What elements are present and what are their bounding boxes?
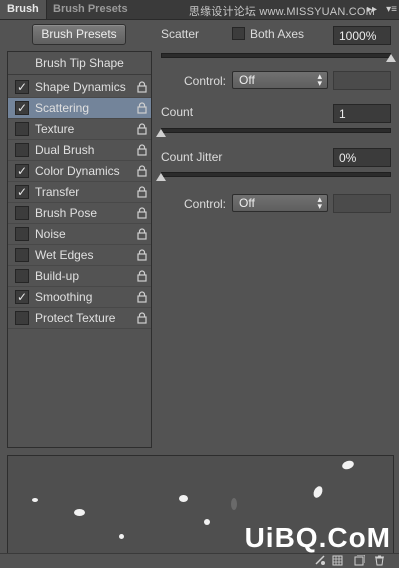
option-checkbox[interactable] bbox=[15, 311, 29, 325]
tab-brush[interactable]: Brush bbox=[0, 0, 47, 19]
option-checkbox[interactable]: ✓ bbox=[15, 101, 29, 115]
delete-brush-icon[interactable] bbox=[374, 555, 385, 566]
lock-icon[interactable] bbox=[137, 228, 147, 240]
control-label: Control: bbox=[184, 74, 227, 88]
brush-dab bbox=[311, 484, 325, 500]
option-label: Noise bbox=[35, 227, 66, 241]
scatter-slider-thumb[interactable] bbox=[386, 54, 396, 62]
list-item-protect-texture[interactable]: Protect Texture bbox=[8, 308, 151, 329]
list-item-dual-brush[interactable]: Dual Brush bbox=[8, 140, 151, 161]
count-slider-track[interactable] bbox=[161, 128, 391, 133]
select-arrows-icon: ▴ ▾ bbox=[317, 194, 322, 211]
brush-dab bbox=[340, 459, 356, 471]
select-arrows-icon: ▴ ▾ bbox=[317, 71, 322, 88]
scatter-control-value: Off bbox=[239, 73, 255, 87]
both-axes-label: Both Axes bbox=[250, 27, 305, 41]
brush-dab bbox=[179, 495, 188, 502]
scatter-slider-track[interactable] bbox=[161, 53, 391, 58]
watermark-text: 思缘设计论坛 www.MISSYUAN.COM bbox=[188, 6, 375, 18]
list-item-brush-tip-shape[interactable]: Brush Tip Shape bbox=[8, 52, 151, 75]
lock-icon[interactable] bbox=[137, 312, 147, 324]
list-item-wet-edges[interactable]: Wet Edges bbox=[8, 245, 151, 266]
count-jitter-label: Count Jitter bbox=[161, 150, 223, 164]
option-label: Color Dynamics bbox=[35, 164, 120, 178]
option-checkbox[interactable]: ✓ bbox=[15, 164, 29, 178]
count-jitter-control-value: Off bbox=[239, 196, 255, 210]
brush-dab bbox=[204, 519, 210, 525]
panel-menu-icon[interactable]: ▾≡ bbox=[386, 4, 397, 15]
option-label: Protect Texture bbox=[35, 311, 116, 325]
count-jitter-slider-track[interactable] bbox=[161, 172, 391, 177]
option-checkbox[interactable]: ✓ bbox=[15, 290, 29, 304]
count-slider-thumb[interactable] bbox=[156, 129, 166, 137]
brush-presets-button[interactable]: Brush Presets bbox=[32, 24, 126, 45]
list-item-smoothing[interactable]: ✓ Smoothing bbox=[8, 287, 151, 308]
tab-bar: Brush Brush Presets 思缘设计论坛 www.MISSYUAN.… bbox=[0, 0, 399, 20]
toggle-preview-icon[interactable] bbox=[315, 555, 326, 566]
count-jitter-control-field bbox=[333, 194, 391, 213]
site-logo-text: UiBQ.CoM bbox=[244, 522, 391, 553]
brush-dab bbox=[32, 498, 38, 502]
count-label: Count bbox=[161, 105, 194, 119]
tab-brush-presets[interactable]: Brush Presets bbox=[46, 0, 135, 19]
option-checkbox[interactable]: ✓ bbox=[15, 80, 29, 94]
lock-icon[interactable] bbox=[137, 144, 147, 156]
count-jitter-slider-thumb[interactable] bbox=[156, 173, 166, 181]
option-label: Wet Edges bbox=[35, 248, 94, 262]
lock-icon[interactable] bbox=[137, 81, 147, 93]
brush-dab bbox=[74, 509, 85, 516]
lock-icon[interactable] bbox=[137, 165, 147, 177]
count-jitter-control-select[interactable]: Off ▴ ▾ bbox=[232, 194, 328, 212]
scatter-control-select[interactable]: Off ▴ ▾ bbox=[232, 71, 328, 89]
new-brush-icon[interactable] bbox=[354, 555, 365, 566]
option-checkbox[interactable] bbox=[15, 122, 29, 136]
scatter-label: Scatter bbox=[161, 27, 200, 41]
option-label: Dual Brush bbox=[35, 143, 95, 157]
option-label: Transfer bbox=[35, 185, 80, 199]
collapse-panel-icon[interactable]: ▸▸ bbox=[367, 4, 377, 15]
grid-icon[interactable] bbox=[332, 555, 343, 566]
lock-icon[interactable] bbox=[137, 270, 147, 282]
list-item-shape-dynamics[interactable]: ✓ Shape Dynamics bbox=[8, 77, 151, 98]
list-item-noise[interactable]: Noise bbox=[8, 224, 151, 245]
option-label: Build-up bbox=[35, 269, 80, 283]
brush-dab bbox=[231, 498, 237, 510]
count-value-field[interactable]: 1 bbox=[333, 104, 391, 123]
option-label: Texture bbox=[35, 122, 75, 136]
brush-options-list: Brush Tip Shape ✓ Shape Dynamics ✓ Scatteri… bbox=[7, 51, 152, 448]
count-jitter-value-field[interactable]: 0% bbox=[333, 148, 391, 167]
list-item-scattering[interactable]: ✓ Scattering bbox=[8, 98, 151, 119]
lock-icon[interactable] bbox=[137, 102, 147, 114]
lock-icon[interactable] bbox=[137, 123, 147, 135]
list-item-texture[interactable]: Texture bbox=[8, 119, 151, 140]
brush-dab bbox=[119, 534, 124, 539]
option-checkbox[interactable]: ✓ bbox=[15, 185, 29, 199]
brush-presets-button-label: Brush Presets bbox=[41, 27, 117, 41]
lock-icon[interactable] bbox=[137, 249, 147, 261]
option-checkbox[interactable] bbox=[15, 248, 29, 262]
option-checkbox[interactable] bbox=[15, 269, 29, 283]
scatter-control-field bbox=[333, 71, 391, 90]
list-item-build-up[interactable]: Build-up bbox=[8, 266, 151, 287]
list-item-color-dynamics[interactable]: ✓ Color Dynamics bbox=[8, 161, 151, 182]
option-checkbox[interactable] bbox=[15, 143, 29, 157]
option-label: Shape Dynamics bbox=[35, 80, 126, 94]
option-label: Smoothing bbox=[35, 290, 93, 304]
both-axes-checkbox[interactable] bbox=[232, 27, 245, 40]
list-item-transfer[interactable]: ✓ Transfer bbox=[8, 182, 151, 203]
panel-footer bbox=[0, 553, 399, 568]
lock-icon[interactable] bbox=[137, 207, 147, 219]
option-checkbox[interactable] bbox=[15, 227, 29, 241]
list-item-brush-pose[interactable]: Brush Pose bbox=[8, 203, 151, 224]
lock-icon[interactable] bbox=[137, 291, 147, 303]
lock-icon[interactable] bbox=[137, 186, 147, 198]
control-label: Control: bbox=[184, 197, 227, 211]
option-label: Brush Pose bbox=[35, 206, 98, 220]
option-label: Scattering bbox=[35, 101, 90, 115]
scatter-value-field[interactable]: 1000% bbox=[333, 26, 391, 45]
option-checkbox[interactable] bbox=[15, 206, 29, 220]
